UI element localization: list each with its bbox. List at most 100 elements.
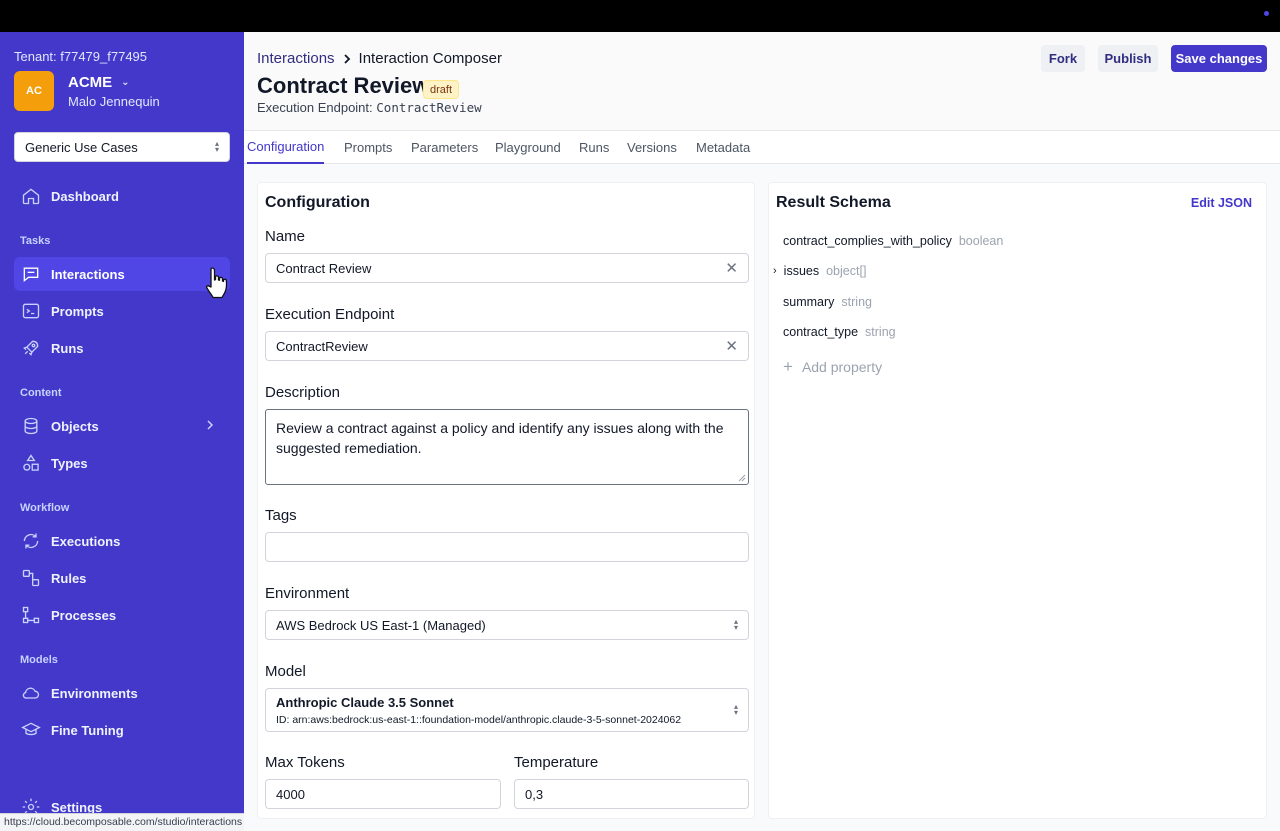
refresh-icon [23,533,39,549]
nav-section-models: Models [20,654,58,666]
org-avatar[interactable]: AC [14,71,54,111]
property-type: string [841,295,872,309]
description-value: Review a contract against a policy and i… [276,420,724,456]
model-id: ID: arn:aws:bedrock:us-east-1::foundatio… [276,714,682,726]
schema-property[interactable]: › issues object[] [773,264,866,278]
chevron-right-icon [207,420,214,430]
rocket-icon [23,340,39,356]
sidebar-item-types[interactable]: Types [14,446,230,480]
sidebar-item-fine-tuning[interactable]: Fine Tuning [14,713,230,747]
shapes-icon [23,454,39,471]
temperature-value: 0,3 [525,786,544,802]
tab-configuration[interactable]: Configuration [247,131,325,164]
hand-cursor-icon [205,267,228,299]
endpoint-field[interactable]: ContractReview ✕ [265,331,749,361]
add-property-label: Add property [801,359,883,375]
sidebar-item-dashboard[interactable]: Dashboard [14,179,230,213]
description-label: Description [265,384,341,401]
schema-property[interactable]: summary string [783,295,872,309]
clear-icon[interactable]: ✕ [725,337,738,355]
nav-section-workflow: Workflow [20,502,70,514]
resize-handle-icon[interactable] [738,474,746,482]
property-name: contract_complies_with_policy [783,234,952,248]
breadcrumb-link-interactions[interactable]: Interactions [257,50,335,67]
result-schema-panel: Result Schema Edit JSON contract_complie… [768,182,1267,819]
publish-button[interactable]: Publish [1098,45,1158,72]
name-label: Name [265,228,306,245]
sidebar: Tenant: f77479_f77495 AC ACME ⌄ Malo Jen… [0,32,244,831]
user-name: Malo Jennequin [68,94,160,109]
add-property-button[interactable]: + Add property [783,357,882,377]
page-title: Contract Review [257,73,430,98]
org-switcher[interactable]: ACME ⌄ [68,74,130,91]
org-name: ACME [68,74,113,91]
property-name: contract_type [783,325,859,339]
model-label: Model [265,663,306,680]
chevron-down-icon: ⌄ [121,77,130,88]
temperature-label: Temperature [514,754,599,771]
nav-section-content: Content [20,387,62,399]
property-type: boolean [958,234,1004,248]
environment-label: Environment [265,585,350,602]
project-select[interactable]: Generic Use Cases ▴ ▾ [14,132,230,162]
sidebar-item-label: Types [51,455,88,471]
sidebar-item-label: Interactions [51,266,125,282]
tab-runs[interactable]: Runs [579,131,609,164]
tab-bar: Configuration Prompts Parameters Playgro… [244,131,1280,164]
max-tokens-input[interactable]: 4000 [265,779,501,809]
max-tokens-label: Max Tokens [265,754,345,771]
sidebar-item-environments[interactable]: Environments [14,676,230,710]
property-name: summary [783,295,835,309]
endpoint-label: Execution Endpoint: [257,100,373,115]
sidebar-item-executions[interactable]: Executions [14,524,230,558]
status-badge: draft [423,80,460,99]
sidebar-item-interactions[interactable]: Interactions [14,257,230,291]
status-dot [1264,11,1269,16]
tab-prompts[interactable]: Prompts [344,131,392,164]
result-schema-title: Result Schema [776,194,891,211]
sidebar-item-runs[interactable]: Runs [14,331,230,365]
sidebar-item-label: Prompts [51,303,104,319]
tab-playground[interactable]: Playground [495,131,561,164]
edit-json-button[interactable]: Edit JSON [1191,196,1252,210]
tab-metadata[interactable]: Metadata [696,131,750,164]
description-textarea[interactable]: Review a contract against a policy and i… [265,409,749,485]
execution-endpoint: Execution Endpoint: ContractReview [257,100,482,115]
tags-input[interactable] [265,532,749,562]
rules-icon [22,569,40,587]
cloud-icon [22,687,40,699]
sidebar-item-objects[interactable]: Objects [14,409,230,443]
nav-section-tasks: Tasks [20,235,51,247]
fork-button[interactable]: Fork [1041,45,1085,72]
updown-chevron-icon: ▴ ▾ [733,617,738,632]
schema-property[interactable]: contract_type string [783,325,896,339]
name-field[interactable]: Contract Review ✕ [265,253,749,283]
updown-chevron-icon: ▴ ▾ [733,702,738,717]
schema-property[interactable]: contract_complies_with_policy boolean [783,234,1003,248]
model-select[interactable]: Anthropic Claude 3.5 Sonnet ID: arn:aws:… [265,688,749,732]
tab-versions[interactable]: Versions [627,131,677,164]
endpoint-value: ContractReview [376,100,482,115]
sidebar-item-prompts[interactable]: Prompts [14,294,230,328]
clear-icon[interactable]: ✕ [725,259,738,277]
property-type: object[] [826,264,867,278]
endpoint-field-value: ContractReview [276,338,368,354]
plus-icon: + [783,357,793,376]
sidebar-item-label: Environments [51,685,138,701]
temperature-input[interactable]: 0,3 [514,779,749,809]
sidebar-item-label: Processes [51,607,117,623]
sidebar-item-label: Fine Tuning [51,722,124,738]
sidebar-item-label: Runs [51,340,84,356]
sidebar-item-rules[interactable]: Rules [14,561,230,595]
home-icon [22,188,40,205]
configuration-title: Configuration [265,194,370,211]
save-changes-button[interactable]: Save changes [1171,45,1267,72]
sidebar-item-processes[interactable]: Processes [14,598,230,632]
sidebar-item-label: Dashboard [51,188,119,204]
window-top-bar [0,0,1280,32]
sidebar-item-label: Rules [51,570,87,586]
chevron-right-icon[interactable]: › [773,265,777,277]
environment-select[interactable]: AWS Bedrock US East-1 (Managed) ▴ ▾ [265,610,749,640]
tab-parameters[interactable]: Parameters [411,131,478,164]
database-icon [24,417,38,435]
